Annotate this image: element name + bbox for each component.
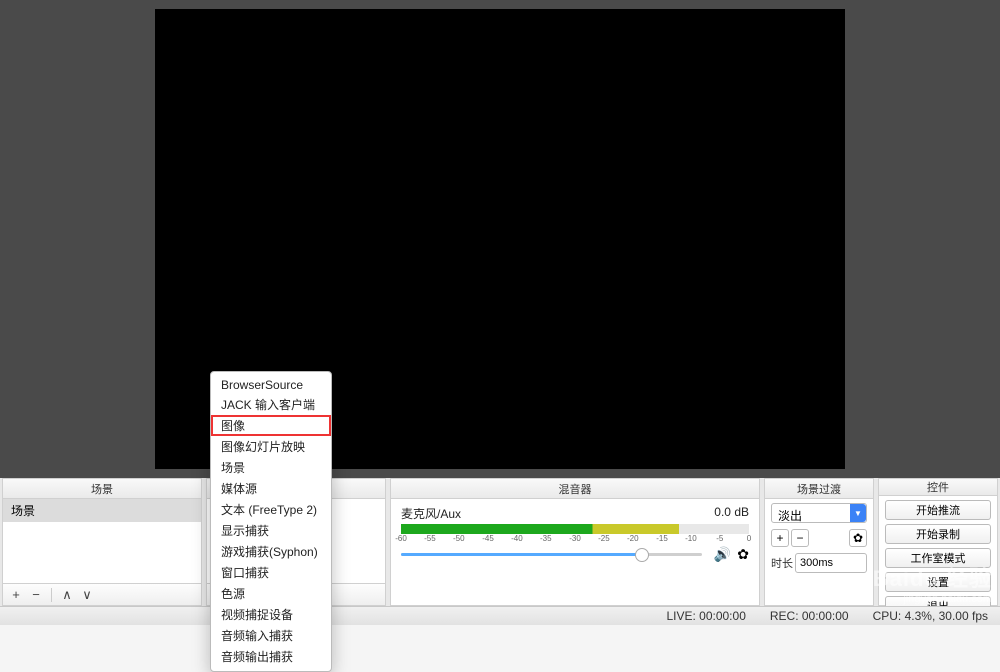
- status-rec: REC: 00:00:00: [770, 609, 849, 623]
- start-record-button[interactable]: 开始录制: [885, 524, 991, 544]
- menu-item-color-source[interactable]: 色源: [211, 583, 331, 604]
- menu-item-audio-input[interactable]: 音频输入捕获: [211, 625, 331, 646]
- tick: -15: [656, 534, 668, 543]
- transition-select[interactable]: 淡出 ▼: [771, 503, 867, 523]
- mixer-panel: 混音器 麦克风/Aux 0.0 dB -60 -55 -50 -45 -40: [390, 478, 760, 606]
- mixer-channel-top: 麦克风/Aux 0.0 dB: [401, 505, 749, 522]
- scenes-toolbar: + − ∧ ∨: [3, 583, 201, 605]
- mixer-channel: 麦克风/Aux 0.0 dB -60 -55 -50 -45 -40 -35 -…: [391, 499, 759, 569]
- scenes-panel: 场景 场景 + − ∧ ∨: [2, 478, 202, 606]
- scene-down-button[interactable]: ∨: [78, 586, 96, 604]
- tick: -50: [453, 534, 465, 543]
- add-scene-button[interactable]: +: [7, 586, 25, 604]
- transitions-body: 淡出 ▼ + − ✿ 时长 300ms: [765, 499, 873, 577]
- controls-body: 开始推流 开始录制 工作室模式 设置 退出: [879, 496, 997, 620]
- menu-item-browsersource[interactable]: BrowserSource: [211, 376, 331, 394]
- tick: -5: [716, 534, 723, 543]
- chevron-updown-icon: ▼: [850, 504, 866, 522]
- channel-name: 麦克风/Aux: [401, 505, 461, 522]
- tick: -35: [540, 534, 552, 543]
- tick: -60: [395, 534, 407, 543]
- tick: -10: [685, 534, 697, 543]
- studio-mode-button[interactable]: 工作室模式: [885, 548, 991, 568]
- remove-scene-button[interactable]: −: [27, 586, 45, 604]
- mixer-body: 麦克风/Aux 0.0 dB -60 -55 -50 -45 -40 -35 -…: [391, 499, 759, 605]
- app-root: 场景 场景 + − ∧ ∨ 来源 + − ✿ ∧ ∨: [0, 0, 1000, 625]
- duration-spinbox[interactable]: 300ms: [795, 553, 867, 573]
- status-live: LIVE: 00:00:00: [666, 609, 745, 623]
- transitions-header: 场景过渡: [765, 479, 873, 499]
- menu-item-game-capture[interactable]: 游戏捕获(Syphon): [211, 541, 331, 562]
- menu-item-image-slideshow[interactable]: 图像幻灯片放映: [211, 436, 331, 457]
- menu-item-image[interactable]: 图像: [211, 415, 331, 436]
- tick: -45: [482, 534, 494, 543]
- channel-gear-icon[interactable]: ✿: [737, 546, 749, 563]
- duration-label: 时长: [771, 555, 793, 571]
- menu-item-media-source[interactable]: 媒体源: [211, 478, 331, 499]
- audio-meter: -60 -55 -50 -45 -40 -35 -30 -25 -20 -15 …: [401, 524, 749, 540]
- controls-panel: 控件 开始推流 开始录制 工作室模式 设置 退出: [878, 478, 998, 606]
- mixer-controls: 🔊 ✿: [401, 546, 749, 563]
- volume-slider[interactable]: [401, 553, 702, 556]
- menu-item-video-capture[interactable]: 视频捕捉设备: [211, 604, 331, 625]
- transition-remove-button[interactable]: −: [791, 529, 809, 547]
- transitions-panel: 场景过渡 淡出 ▼ + − ✿ 时长 300ms: [764, 478, 874, 606]
- controls-header: 控件: [879, 479, 997, 496]
- slider-thumb[interactable]: [635, 548, 649, 562]
- settings-button[interactable]: 设置: [885, 572, 991, 592]
- preview-area: [0, 0, 1000, 478]
- transition-settings-button[interactable]: ✿: [849, 529, 867, 547]
- tick: -55: [424, 534, 436, 543]
- status-cpu: CPU: 4.3%, 30.00 fps: [873, 609, 988, 623]
- scenes-list[interactable]: 场景: [3, 499, 201, 583]
- scene-up-button[interactable]: ∧: [58, 586, 76, 604]
- tick: -20: [627, 534, 639, 543]
- tick: 0: [747, 534, 751, 543]
- tick: -25: [598, 534, 610, 543]
- mute-icon[interactable]: 🔊: [714, 546, 731, 563]
- status-bar: LIVE: 00:00:00 REC: 00:00:00 CPU: 4.3%, …: [0, 606, 1000, 625]
- bottom-panels: 场景 场景 + − ∧ ∨ 来源 + − ✿ ∧ ∨: [0, 478, 1000, 606]
- tick: -40: [511, 534, 523, 543]
- menu-item-text-freetype[interactable]: 文本 (FreeType 2): [211, 499, 331, 520]
- separator: [51, 588, 52, 602]
- scenes-header: 场景: [3, 479, 201, 499]
- menu-item-audio-output[interactable]: 音频输出捕获: [211, 646, 331, 667]
- duration-value: 300ms: [796, 557, 837, 569]
- start-stream-button[interactable]: 开始推流: [885, 500, 991, 520]
- scene-item[interactable]: 场景: [3, 499, 201, 522]
- tick: -30: [569, 534, 581, 543]
- transition-add-button[interactable]: +: [771, 529, 789, 547]
- menu-item-scene[interactable]: 场景: [211, 457, 331, 478]
- menu-item-jack-input[interactable]: JACK 输入客户端: [211, 394, 331, 415]
- mixer-header: 混音器: [391, 479, 759, 499]
- channel-level: 0.0 dB: [714, 505, 749, 522]
- add-source-context-menu[interactable]: BrowserSource JACK 输入客户端 图像 图像幻灯片放映 场景 媒…: [210, 371, 332, 672]
- menu-item-window-capture[interactable]: 窗口捕获: [211, 562, 331, 583]
- menu-item-display-capture[interactable]: 显示捕获: [211, 520, 331, 541]
